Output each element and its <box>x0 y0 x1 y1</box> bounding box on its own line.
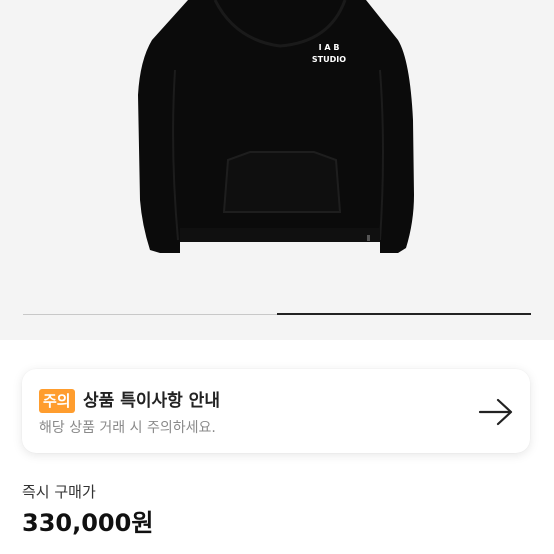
hoodie-image: I A B STUDIO <box>138 0 414 253</box>
gallery-progress <box>23 313 531 315</box>
arrow-right-icon <box>478 398 513 426</box>
buy-now-price-label: 즉시 구매가 <box>22 483 96 501</box>
notice-arrow-button[interactable] <box>476 393 516 431</box>
buy-now-price: 330,000원 <box>22 509 154 537</box>
gallery-progress-fill <box>277 313 531 315</box>
logo-line1: I A B <box>319 43 340 52</box>
product-image[interactable]: I A B STUDIO <box>0 0 554 340</box>
caution-badge: 주의 <box>39 389 75 413</box>
product-notice-card[interactable]: 주의 상품 특이사항 안내 해당 상품 거래 시 주의하세요. <box>22 369 530 453</box>
notice-description: 해당 상품 거래 시 주의하세요. <box>39 420 216 436</box>
logo-line2: STUDIO <box>312 55 346 64</box>
notice-title: 상품 특이사항 안내 <box>83 391 220 411</box>
